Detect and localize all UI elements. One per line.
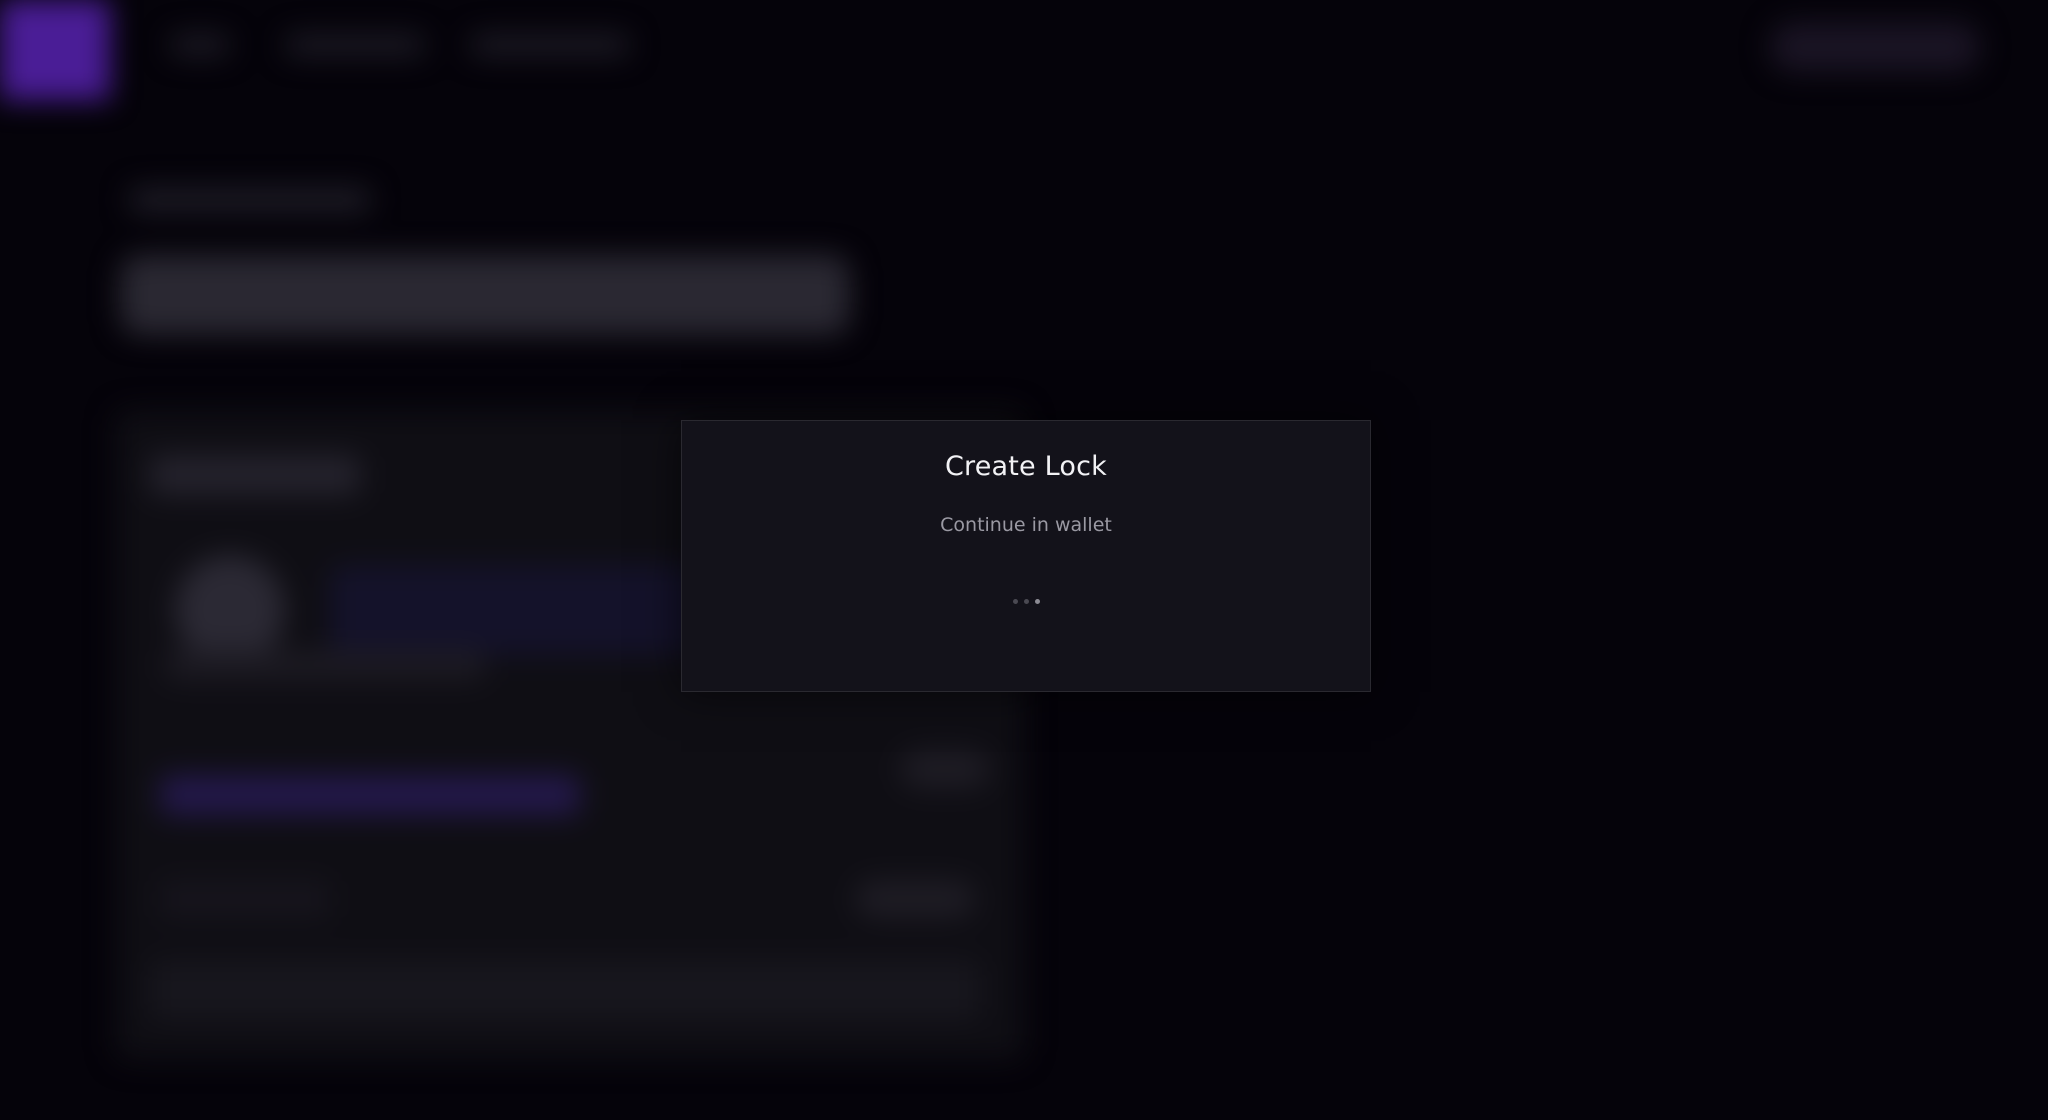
app-logo xyxy=(0,0,110,100)
duration-slider-blurred xyxy=(160,775,580,815)
page-title-blurred xyxy=(120,255,850,335)
submit-button-blurred xyxy=(150,960,980,1020)
app-root: Create Lock Continue in wallet xyxy=(0,0,2048,1120)
nav-item-1 xyxy=(170,34,230,56)
loading-dots-icon xyxy=(682,599,1370,604)
nav-item-2 xyxy=(285,34,425,56)
modal-title: Create Lock xyxy=(944,451,1108,482)
summary-label-blurred xyxy=(160,880,330,918)
max-pill-blurred xyxy=(900,750,990,788)
summary-value-blurred xyxy=(855,880,975,918)
loading-dot xyxy=(1034,599,1040,604)
balance-text-blurred xyxy=(165,650,485,680)
token-avatar-blurred xyxy=(175,555,285,665)
loading-dot xyxy=(1012,599,1018,604)
modal-subtitle: Continue in wallet xyxy=(940,514,1112,536)
create-lock-modal: Create Lock Continue in wallet xyxy=(681,420,1371,692)
card-heading-blurred xyxy=(150,455,360,495)
loading-dot xyxy=(1023,599,1029,604)
nav-item-3 xyxy=(470,34,630,56)
breadcrumb-blurred xyxy=(130,188,370,212)
wallet-button-blurred xyxy=(1770,22,1980,72)
